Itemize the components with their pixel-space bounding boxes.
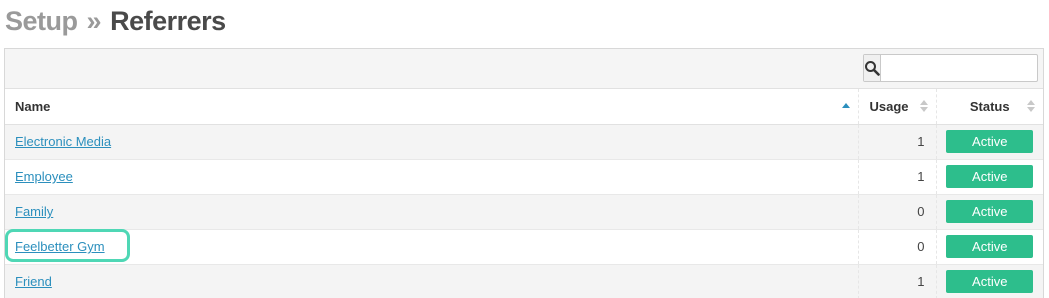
table-header-row: Name Usage Status [5,89,1043,125]
status-cell: Active [935,194,1043,230]
status-cell: Active [935,159,1043,195]
name-cell: Electronic Media [5,124,858,160]
usage-cell: 0 [857,194,936,230]
search-icon [865,61,880,76]
column-header-label: Name [15,98,51,114]
usage-cell: 1 [857,264,936,298]
usage-cell: 1 [857,159,936,195]
table-toolbar [5,49,1049,89]
referrers-panel: Name Usage Status Electronic Media 1 Act… [4,48,1049,298]
breadcrumb-setup[interactable]: Setup [5,6,78,36]
sort-icon [919,100,928,112]
referrer-link[interactable]: Friend [15,274,52,289]
status-cell: Active [935,124,1043,160]
search-box [863,54,1049,82]
column-header-label: Usage [869,98,909,114]
table-row: Feelbetter Gym 0 Active [5,229,1043,265]
table-row: Employee 1 Active [5,159,1043,195]
search-input[interactable] [881,55,1049,81]
status-button[interactable]: Active [946,130,1034,153]
table-row: Friend 1 Active [5,264,1043,298]
column-header-usage[interactable]: Usage [857,89,936,125]
table-row: Electronic Media 1 Active [5,124,1043,160]
column-header-status[interactable]: Status [935,89,1043,125]
sort-icon [1027,100,1035,112]
column-header-name[interactable]: Name [5,89,858,125]
name-cell: Friend [5,264,858,298]
breadcrumb-current: Referrers [110,6,226,36]
name-cell: Employee [5,159,858,195]
sort-asc-icon [841,103,850,108]
page-title: Setup » Referrers [5,3,226,39]
referrers-table: Name Usage Status Electronic Media 1 Act… [5,89,1043,298]
usage-cell: 1 [857,124,936,160]
breadcrumb-separator: » [86,6,102,36]
name-cell: Family [5,194,858,230]
status-button[interactable]: Active [946,235,1034,258]
status-button[interactable]: Active [946,200,1034,223]
status-button[interactable]: Active [946,270,1034,293]
referrer-link[interactable]: Electronic Media [15,134,111,149]
status-button[interactable]: Active [946,165,1034,188]
referrer-link[interactable]: Family [15,204,53,219]
referrer-link[interactable]: Feelbetter Gym [15,239,105,254]
status-cell: Active [935,229,1043,265]
usage-cell: 0 [857,229,936,265]
referrer-link[interactable]: Employee [15,169,73,184]
status-cell: Active [935,264,1043,298]
name-cell: Feelbetter Gym [5,229,858,265]
column-header-label: Status [969,98,1010,114]
search-button[interactable] [864,55,881,81]
table-row: Family 0 Active [5,194,1043,230]
